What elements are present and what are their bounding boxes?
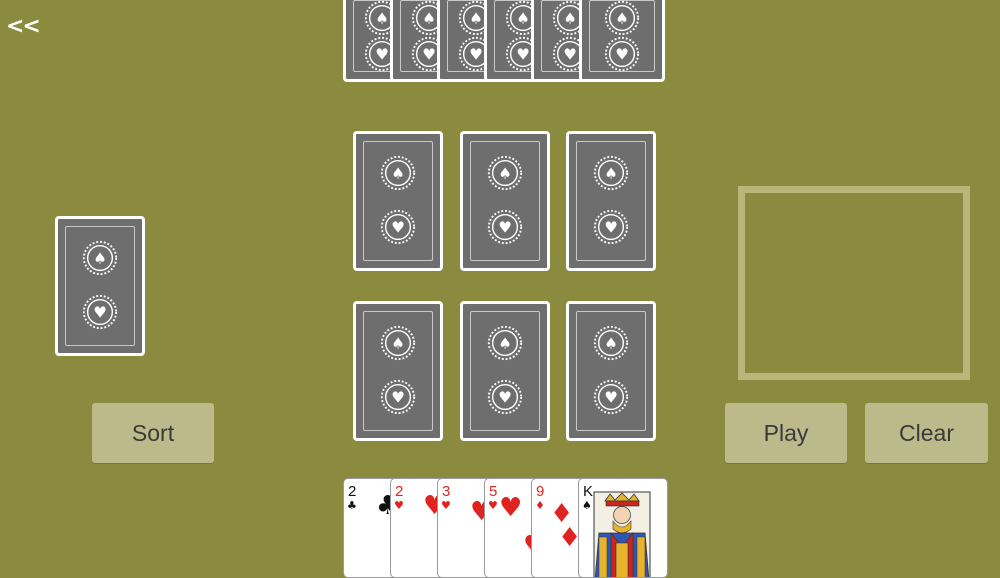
svg-text:♠: ♠ [391, 335, 405, 353]
svg-text:♠: ♠ [563, 10, 577, 28]
back-button[interactable]: << [6, 14, 41, 39]
heart-emblem-icon: ♥ [604, 36, 640, 72]
svg-text:♥: ♥ [516, 46, 530, 64]
spade-emblem-icon: ♠ [487, 155, 523, 191]
spade-emblem-icon: ♠ [487, 325, 523, 361]
svg-text:♠: ♠ [615, 10, 629, 28]
svg-text:♥: ♥ [93, 304, 107, 322]
svg-text:♠: ♠ [604, 335, 618, 353]
hearts-icon: ♥ [488, 499, 498, 512]
sort-button[interactable]: Sort [92, 403, 214, 463]
svg-text:♥: ♥ [469, 46, 483, 64]
svg-text:♠: ♠ [516, 10, 530, 28]
svg-text:♥: ♥ [422, 46, 436, 64]
svg-text:♥: ♥ [375, 46, 389, 64]
hearts-icon: ♥ [441, 499, 451, 512]
svg-text:♥: ♥ [391, 219, 405, 237]
svg-text:♥: ♥ [563, 46, 577, 64]
svg-text:♠: ♠ [375, 10, 389, 28]
card-rank: 9 [536, 483, 545, 500]
svg-text:♥: ♥ [498, 219, 512, 237]
svg-text:♠: ♠ [498, 165, 512, 183]
king-portrait-icon [593, 491, 651, 577]
spade-emblem-icon: ♠ [593, 155, 629, 191]
heart-emblem-icon: ♥ [380, 209, 416, 245]
heart-emblem-icon: ♥ [593, 209, 629, 245]
hand-card-k-spades[interactable]: K ♠ [578, 478, 668, 578]
table-card[interactable]: ♠ ♥ [460, 131, 550, 271]
play-button[interactable]: Play [725, 403, 847, 463]
svg-text:♠: ♠ [498, 335, 512, 353]
table-card[interactable]: ♠ ♥ [353, 301, 443, 441]
card-rank: 5 [489, 483, 498, 500]
svg-text:♠: ♠ [391, 165, 405, 183]
clubs-icon: ♣ [347, 499, 357, 512]
spade-emblem-icon: ♠ [380, 325, 416, 361]
spade-emblem-icon: ♠ [82, 240, 118, 276]
card-rank: 3 [442, 483, 451, 500]
svg-text:♥: ♥ [391, 389, 405, 407]
table-card[interactable]: ♠ ♥ [566, 131, 656, 271]
heart-emblem-icon: ♥ [593, 379, 629, 415]
table-card[interactable]: ♠ ♥ [566, 301, 656, 441]
left-opponent-card: ♠ ♥ [55, 216, 145, 356]
heart-emblem-icon: ♥ [82, 294, 118, 330]
svg-text:♠: ♠ [469, 10, 483, 28]
hearts-pip-icon: ♥ [499, 493, 523, 523]
play-drop-zone[interactable] [738, 186, 970, 380]
spade-emblem-icon: ♠ [593, 325, 629, 361]
diamonds-icon: ♦ [535, 499, 545, 512]
svg-text:♥: ♥ [604, 389, 618, 407]
svg-text:♥: ♥ [498, 389, 512, 407]
svg-text:♥: ♥ [615, 46, 629, 64]
card-rank: K [583, 483, 594, 500]
card-rank: 2 [395, 483, 404, 500]
hearts-icon: ♥ [394, 499, 404, 512]
svg-text:♠: ♠ [422, 10, 436, 28]
opponent-card: ♠ ♥ [579, 0, 665, 82]
svg-text:♠: ♠ [604, 165, 618, 183]
table-card[interactable]: ♠ ♥ [353, 131, 443, 271]
spade-emblem-icon: ♠ [604, 0, 640, 36]
heart-emblem-icon: ♥ [487, 379, 523, 415]
svg-text:♥: ♥ [604, 219, 618, 237]
clear-button[interactable]: Clear [865, 403, 988, 463]
heart-emblem-icon: ♥ [380, 379, 416, 415]
spade-emblem-icon: ♠ [380, 155, 416, 191]
card-rank: 2 [348, 483, 357, 500]
heart-emblem-icon: ♥ [487, 209, 523, 245]
svg-text:♠: ♠ [93, 250, 107, 268]
table-card[interactable]: ♠ ♥ [460, 301, 550, 441]
spades-icon: ♠ [582, 499, 592, 512]
